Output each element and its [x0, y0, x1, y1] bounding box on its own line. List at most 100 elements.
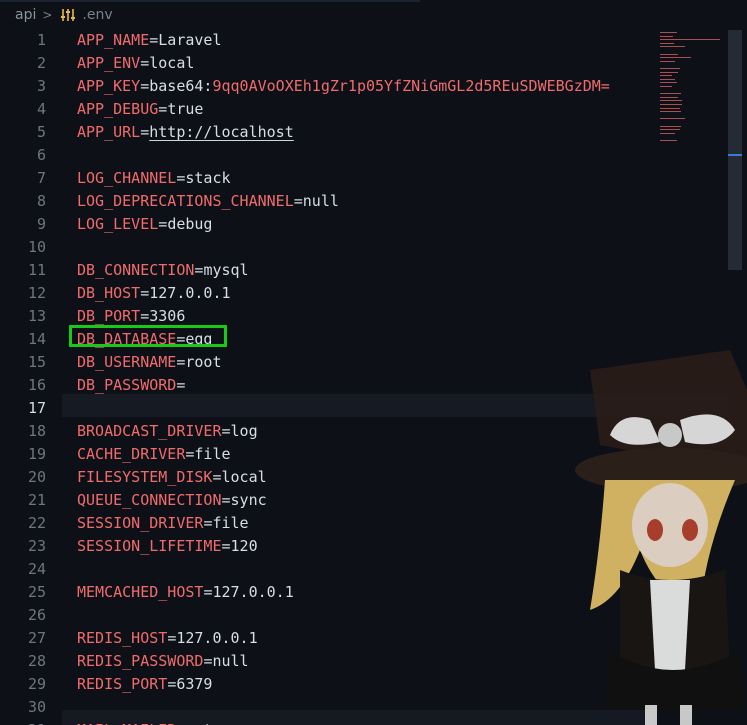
- line-number: 15: [27, 353, 46, 371]
- code-line[interactable]: SESSION_LIFETIME=120: [77, 535, 258, 558]
- minimap-line: [660, 53, 678, 55]
- equals-sign: =: [221, 422, 231, 440]
- env-key: LOG_DEPRECATIONS_CHANNEL: [77, 192, 294, 210]
- db-database-highlight-box: [69, 325, 227, 347]
- minimap-line: [660, 68, 680, 69]
- env-key: DB_PASSWORD: [77, 376, 177, 394]
- env-key: DB_PORT: [77, 307, 141, 325]
- env-value: 6379: [176, 675, 213, 693]
- line-number: 27: [27, 629, 46, 647]
- tab-strip-edge: [0, 0, 420, 2]
- env-value: local: [221, 468, 267, 486]
- line-number: 11: [27, 261, 46, 279]
- equals-sign: =: [158, 100, 168, 118]
- code-line[interactable]: MAIL_MAILER=smtp: [77, 719, 222, 725]
- code-line[interactable]: APP_DEBUG=true: [77, 98, 203, 121]
- equals-sign: =: [221, 537, 231, 555]
- minimap-line: [660, 57, 691, 59]
- equals-sign: =: [140, 77, 150, 95]
- line-number: 31: [6, 719, 46, 725]
- env-key: REDIS_PASSWORD: [77, 652, 204, 670]
- env-value: 127.0.0.1: [149, 284, 231, 302]
- env-value: local: [149, 54, 195, 72]
- equals-sign: =: [221, 491, 231, 509]
- line-number: 24: [27, 560, 46, 578]
- equals-sign: =: [140, 54, 150, 72]
- breadcrumb-file[interactable]: .env: [82, 7, 112, 23]
- minimap-line: [660, 118, 686, 120]
- code-line[interactable]: FILESYSTEM_DISK=local: [77, 466, 267, 489]
- env-value: 120: [230, 537, 258, 555]
- env-value: file: [194, 445, 231, 463]
- env-value: mysql: [203, 261, 249, 279]
- line-number-gutter: 1 2 3 4 5 6 7 8 9 10 11 12 13 14 15 16 17 18 19 20 21 22 23 24 2…: [0, 30, 62, 725]
- equals-sign: =: [212, 468, 222, 486]
- code-line[interactable]: LOG_DEPRECATIONS_CHANNEL=null: [77, 190, 339, 213]
- env-value: root: [185, 353, 222, 371]
- code-line[interactable]: REDIS_PASSWORD=null: [77, 650, 249, 673]
- line-number: 4: [36, 100, 46, 118]
- minimap-line: [660, 75, 673, 77]
- code-line[interactable]: APP_KEY=base64:9qq0AVoOXEh1gZr1p05YfZNiG…: [77, 75, 610, 98]
- code-line[interactable]: APP_ENV=local: [77, 52, 194, 75]
- equals-sign: =: [167, 675, 177, 693]
- code-line[interactable]: QUEUE_CONNECTION=sync: [77, 489, 267, 512]
- code-line[interactable]: MEMCACHED_HOST=127.0.0.1: [77, 581, 294, 604]
- env-key: DB_CONNECTION: [77, 261, 195, 279]
- code-line[interactable]: SESSION_DRIVER=file: [77, 512, 249, 535]
- code-line[interactable]: APP_URL=http://localhost: [77, 121, 294, 144]
- line-number: 19: [27, 445, 46, 463]
- code-line[interactable]: REDIS_HOST=127.0.0.1: [77, 627, 258, 650]
- env-key: QUEUE_CONNECTION: [77, 491, 222, 509]
- code-line[interactable]: CACHE_DRIVER=file: [77, 443, 231, 466]
- line-number: 1: [36, 31, 46, 49]
- minimap-line: [660, 86, 673, 87]
- minimap-line: [660, 35, 674, 37]
- env-value[interactable]: http://localhost: [149, 123, 294, 141]
- line-number: 5: [36, 123, 46, 141]
- line-number: 16: [27, 376, 46, 394]
- code-line[interactable]: DB_USERNAME=root: [77, 351, 222, 374]
- line-number: 18: [27, 422, 46, 440]
- breadcrumb: api > .env: [0, 0, 747, 30]
- env-value: file: [212, 514, 249, 532]
- line-number: 13: [27, 307, 46, 325]
- env-key: REDIS_PORT: [77, 675, 168, 693]
- minimap-line: [660, 140, 677, 141]
- breadcrumb-separator: >: [42, 8, 53, 22]
- code-line[interactable]: LOG_LEVEL=debug: [77, 213, 212, 236]
- env-key: MEMCACHED_HOST: [77, 583, 204, 601]
- code-line[interactable]: BROADCAST_DRIVER=log: [77, 420, 258, 443]
- minimap-line: [660, 132, 676, 134]
- minimap[interactable]: [656, 30, 726, 200]
- equals-sign: =: [140, 123, 150, 141]
- env-value: base64:: [149, 77, 213, 95]
- code-line[interactable]: DB_CONNECTION=mysql: [77, 259, 249, 282]
- env-key: APP_DEBUG: [77, 100, 159, 118]
- line-number: 14: [27, 330, 46, 348]
- vertical-scrollbar[interactable]: [728, 30, 742, 270]
- minimap-line: [660, 93, 681, 95]
- env-value: sync: [230, 491, 267, 509]
- line-number: 26: [27, 606, 46, 624]
- minimap-line: [660, 107, 680, 109]
- code-line[interactable]: APP_NAME=Laravel: [77, 30, 222, 52]
- minimap-line: [660, 32, 677, 33]
- env-value: stack: [185, 169, 231, 187]
- env-value: true: [167, 100, 204, 118]
- equals-sign: =: [149, 31, 159, 49]
- equals-sign: =: [293, 192, 303, 210]
- env-value: null: [212, 652, 249, 670]
- code-line[interactable]: REDIS_PORT=6379: [77, 673, 212, 696]
- breadcrumb-folder[interactable]: api: [15, 7, 36, 23]
- env-key: DB_USERNAME: [77, 353, 177, 371]
- code-line[interactable]: DB_PASSWORD=: [77, 374, 185, 397]
- code-line[interactable]: LOG_CHANNEL=stack: [77, 167, 231, 190]
- code-line[interactable]: DB_HOST=127.0.0.1: [77, 282, 231, 305]
- line-number: 30: [27, 698, 46, 716]
- equals-sign: =: [176, 376, 186, 394]
- env-value: smtp: [185, 721, 221, 725]
- line-number: 21: [27, 491, 46, 509]
- env-key: APP_KEY: [77, 77, 141, 95]
- code-editor[interactable]: 1 2 3 4 5 6 7 8 9 10 11 12 13 14 15 16 17 18 19 20 21 22 23 24 2…: [0, 30, 747, 725]
